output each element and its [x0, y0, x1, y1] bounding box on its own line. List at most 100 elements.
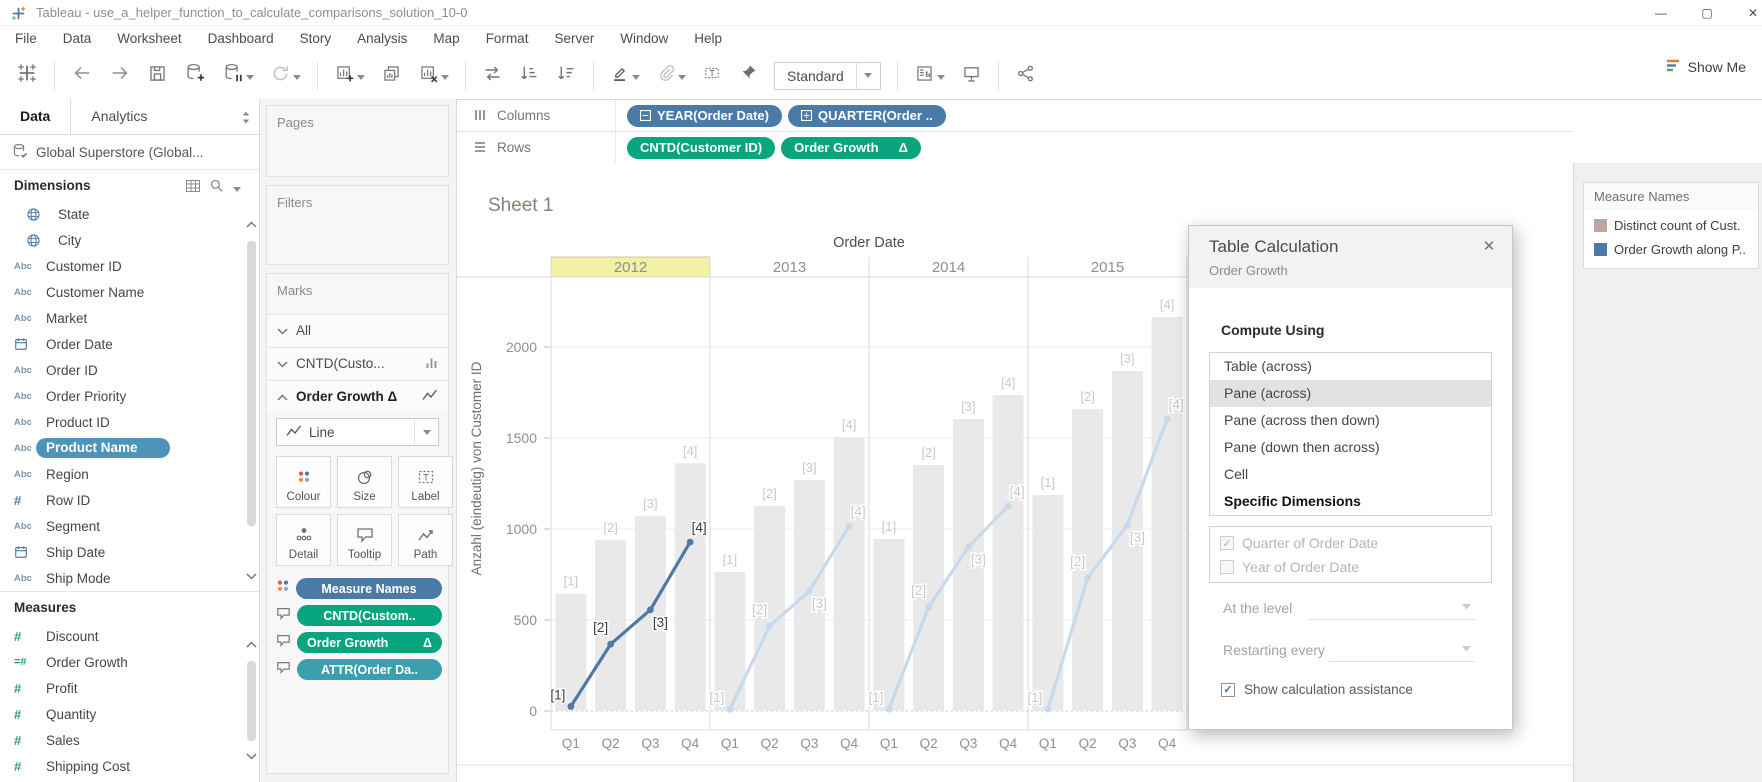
pause-datasource-button[interactable] [216, 60, 260, 92]
minimize-button[interactable]: — [1638, 0, 1684, 26]
measure-discount[interactable]: # Discount [0, 623, 259, 649]
close-button[interactable]: ✕ [1730, 0, 1762, 26]
sort-fields-icon[interactable] [241, 111, 251, 129]
pages-shelf[interactable]: Pages [266, 105, 449, 177]
label-button[interactable]: T Label [398, 456, 453, 508]
measures-scrollbar[interactable] [245, 635, 257, 765]
chevron-down-icon[interactable] [277, 323, 288, 338]
detail-button[interactable]: Detail [276, 514, 331, 566]
columns-shelf[interactable]: Columns YEAR(Order Date) QUARTER(Order .. [457, 100, 1573, 132]
line-point[interactable] [845, 522, 853, 530]
pill-order-growth[interactable]: Order Growth Δ [297, 632, 442, 653]
pill-quarter-order[interactable]: QUARTER(Order .. [787, 104, 946, 127]
order-growth-line-2013[interactable] [728, 525, 851, 710]
back-arrow-button[interactable] [65, 60, 99, 92]
menu-item-map[interactable]: Map [420, 26, 472, 52]
chevron-up-icon[interactable] [277, 389, 288, 404]
measure-profit[interactable]: # Profit [0, 675, 259, 701]
menu-item-analysis[interactable]: Analysis [344, 26, 420, 52]
measure-quantity[interactable]: # Quantity [0, 701, 259, 727]
menu-item-story[interactable]: Story [287, 26, 345, 52]
dimensions-menu-caret-icon[interactable] [233, 180, 241, 195]
tooltip-button[interactable]: Tooltip [337, 514, 392, 566]
menu-item-window[interactable]: Window [607, 26, 681, 52]
scroll-down-icon[interactable] [245, 747, 257, 765]
plus-box-icon[interactable] [800, 110, 812, 121]
measure-shipping-cost[interactable]: # Shipping Cost [0, 753, 259, 779]
menu-item-help[interactable]: Help [681, 26, 735, 52]
pill-cntd-custom[interactable]: CNTD(Custom.. [297, 605, 442, 626]
line-point[interactable] [1123, 521, 1131, 529]
caret-down-icon[interactable] [441, 67, 449, 85]
dimension-segment[interactable]: Abc Segment [0, 513, 259, 539]
maximize-button[interactable]: ▢ [1684, 0, 1730, 26]
line-point[interactable] [686, 538, 694, 546]
line-point[interactable] [567, 703, 575, 710]
mark-type-select[interactable]: Line [276, 418, 439, 446]
dimension-city[interactable]: City [0, 227, 259, 253]
compute-option-pane-across[interactable]: Pane (across) [1210, 380, 1491, 407]
bar-mark-2013-q4[interactable] [833, 437, 865, 711]
dimension-product-id[interactable]: Abc Product ID [0, 409, 259, 435]
pill-attr-order-da[interactable]: ATTR(Order Da.. [297, 659, 442, 680]
compute-option-pane-down-then-across[interactable]: Pane (down then across) [1210, 434, 1491, 461]
caret-down-icon[interactable] [293, 67, 301, 85]
datasource-item[interactable]: Global Superstore (Global... [0, 135, 259, 169]
pill-cntd-customer-id[interactable]: CNTD(Customer ID) [627, 136, 776, 159]
pill-measure-names[interactable]: Measure Names [296, 578, 442, 599]
order-growth-line-2012[interactable] [569, 541, 692, 708]
showme-panel-button[interactable] [908, 60, 951, 92]
search-icon[interactable] [210, 179, 223, 195]
caret-down-icon[interactable] [678, 67, 686, 85]
line-point[interactable] [1084, 574, 1092, 582]
menu-item-format[interactable]: Format [473, 26, 542, 52]
caret-down-icon[interactable] [246, 67, 254, 85]
line-point[interactable] [646, 606, 654, 614]
mark-type-caret-icon[interactable] [414, 419, 438, 445]
dimension-market[interactable]: Abc Market [0, 305, 259, 331]
dimension-state[interactable]: State [0, 201, 259, 227]
dimension-customer-name[interactable]: Abc Customer Name [0, 279, 259, 305]
dimension-product-name[interactable]: Abc Product Name [0, 435, 259, 461]
highlight-button[interactable] [604, 60, 646, 92]
marks-item-cntd-custo[interactable]: CNTD(Custo... [267, 347, 448, 379]
pill-year-order-date[interactable]: YEAR(Order Date) [627, 104, 782, 127]
caret-down-icon[interactable] [632, 67, 640, 85]
dimensions-scrollbar[interactable] [245, 215, 257, 585]
marks-item-order-growth[interactable]: Order Growth Δ [267, 380, 448, 412]
line-point[interactable] [766, 622, 774, 630]
scroll-track[interactable] [246, 233, 256, 567]
bar-mark-2012-q3[interactable] [634, 515, 666, 711]
chevron-down-icon[interactable] [277, 356, 288, 371]
line-point[interactable] [1044, 705, 1052, 713]
measure-order-growth[interactable]: =# Order Growth [0, 649, 259, 675]
duplicate-button[interactable] [375, 60, 408, 92]
size-button[interactable]: Size [337, 456, 392, 508]
bar-mark-2015-q4[interactable] [1151, 316, 1183, 711]
tab-analytics[interactable]: Analytics [71, 99, 167, 134]
view-as-grid-icon[interactable] [186, 179, 200, 195]
pin-button[interactable] [732, 60, 764, 92]
forward-arrow-button[interactable] [103, 60, 137, 92]
bar-mark-2014-q4[interactable] [992, 395, 1024, 711]
compute-option-table-across[interactable]: Table (across) [1210, 353, 1491, 380]
sort-descending-button[interactable] [550, 60, 583, 92]
line-point[interactable] [964, 543, 972, 551]
line-point[interactable] [607, 640, 615, 648]
dimension-order-date[interactable]: Order Date [0, 331, 259, 357]
show-me-button[interactable]: Show Me [1665, 58, 1746, 75]
textbox-button[interactable]: T [696, 60, 728, 92]
marks-item-all[interactable]: All [267, 314, 448, 346]
menu-item-worksheet[interactable]: Worksheet [104, 26, 194, 52]
scroll-thumb[interactable] [246, 241, 256, 526]
legend-item-distinct-count-of-cust[interactable]: Distinct count of Cust. [1584, 213, 1758, 237]
line-point[interactable] [885, 705, 893, 713]
filters-shelf[interactable]: Filters [266, 185, 449, 265]
presentation-button[interactable] [955, 60, 988, 92]
refresh-button[interactable] [264, 60, 307, 92]
tableau-logo-button[interactable] [10, 60, 44, 92]
save-button[interactable] [141, 60, 174, 92]
menu-item-file[interactable]: File [2, 26, 50, 52]
menu-item-dashboard[interactable]: Dashboard [195, 26, 287, 52]
menu-item-server[interactable]: Server [541, 26, 607, 52]
